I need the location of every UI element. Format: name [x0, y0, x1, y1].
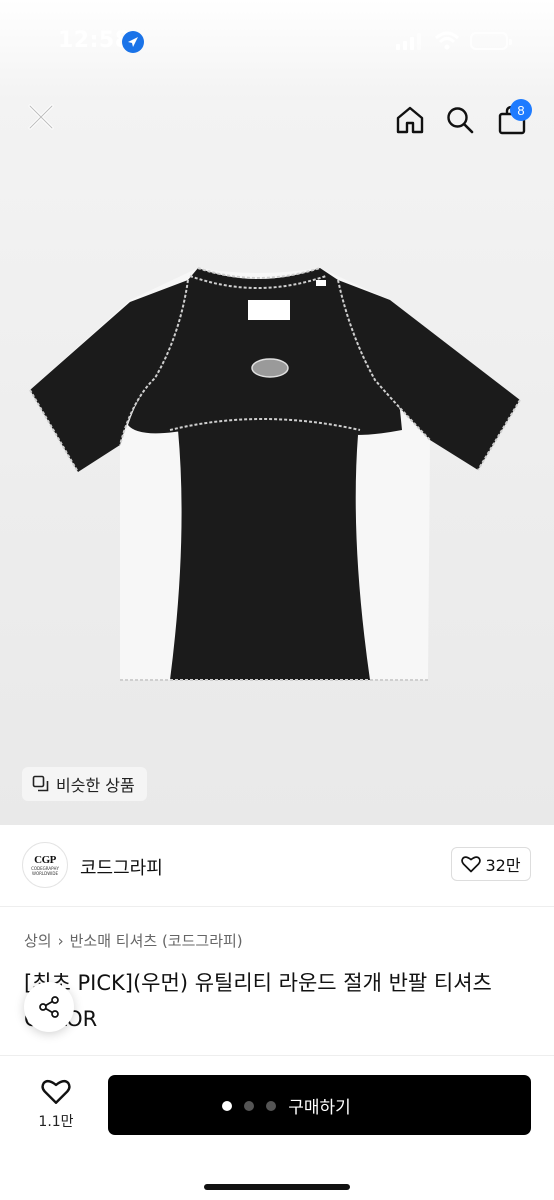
home-button[interactable]	[390, 100, 430, 140]
search-button[interactable]	[440, 100, 480, 140]
breadcrumb: 상의 › 반소매 티셔츠 (코드그라피)	[24, 930, 243, 951]
home-indicator	[204, 1184, 350, 1190]
cart-count-badge: 8	[510, 99, 532, 121]
brand-logo-text: CGP	[34, 854, 56, 866]
status-bar: 12:58	[0, 0, 554, 80]
home-icon	[396, 106, 424, 134]
wishlist-button[interactable]: 1.1만	[26, 1078, 86, 1131]
signal-icon	[396, 33, 421, 50]
heart-icon	[41, 1079, 71, 1104]
bottom-action-bar: 1.1만 구매하기	[0, 1055, 554, 1200]
wifi-icon	[434, 31, 460, 50]
heart-icon	[461, 856, 482, 873]
battery-icon	[470, 32, 512, 50]
similar-icon	[32, 775, 49, 792]
product-title: [최초 PICK](우먼) 유틸리티 라운드 절개 반팔 티셔츠 COLOR	[24, 971, 492, 1031]
brand-row: CGP CODEGRAPHY WORLDWIDE 코드그라피 32만	[0, 825, 554, 907]
page-dots	[222, 1101, 276, 1111]
brand-like-count: 32만	[485, 856, 521, 875]
brand-like-button[interactable]: 32만	[451, 847, 531, 881]
cart-button[interactable]: 8	[490, 99, 534, 140]
wishlist-count: 1.1만	[38, 1114, 74, 1130]
chevron-right-icon: ›	[57, 931, 64, 950]
product-image[interactable]	[20, 240, 530, 720]
search-icon	[447, 107, 474, 134]
brand-logo[interactable]: CGP CODEGRAPHY WORLDWIDE	[22, 842, 68, 888]
page-dot	[266, 1101, 276, 1111]
brand-name[interactable]: 코드그라피	[80, 854, 163, 880]
share-button[interactable]	[24, 982, 74, 1032]
product-hero: 12:58 8 비슷한 상품	[0, 0, 554, 825]
location-arrow-icon	[122, 31, 144, 53]
buy-button[interactable]: 구매하기	[108, 1075, 531, 1135]
similar-products-label: 비슷한 상품	[56, 776, 135, 795]
breadcrumb-item[interactable]: 반소매 티셔츠 (코드그라피)	[70, 930, 243, 951]
buy-button-label: 구매하기	[288, 1097, 351, 1118]
breadcrumb-item[interactable]: 상의	[24, 930, 52, 951]
page-dot	[244, 1101, 254, 1111]
share-icon	[39, 996, 59, 1018]
close-icon	[28, 104, 54, 130]
brand-logo-sub: WORLDWIDE	[32, 871, 58, 876]
similar-products-button[interactable]: 비슷한 상품	[22, 767, 147, 801]
page-dot	[222, 1101, 232, 1111]
close-button[interactable]	[20, 96, 62, 138]
status-time: 12:58	[58, 28, 131, 53]
